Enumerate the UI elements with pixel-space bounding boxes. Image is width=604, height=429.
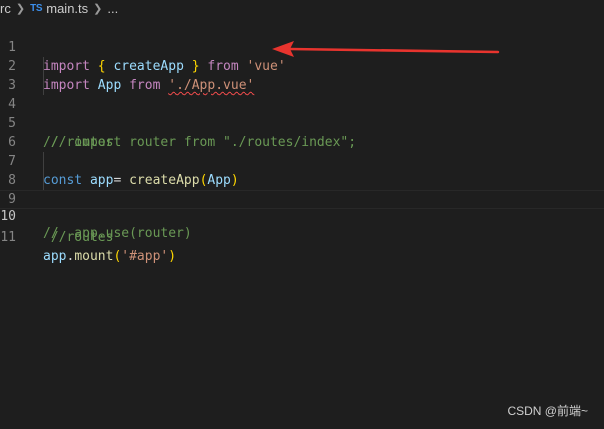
- indent-guide: [43, 57, 44, 76]
- code-line-current[interactable]: 10 // app.use(router): [0, 190, 604, 241]
- code-line[interactable]: 6: [0, 114, 604, 150]
- chevron-right-icon: ❯: [93, 2, 103, 15]
- code-line[interactable]: 7 const app= createApp(App): [0, 133, 604, 188]
- function-mount: mount: [74, 249, 114, 264]
- indent-guide: [43, 152, 44, 171]
- chevron-right-icon: ❯: [15, 2, 26, 15]
- code-line[interactable]: 5 // import router from "./routes/index"…: [0, 95, 604, 150]
- typescript-file-icon: TS: [30, 2, 43, 14]
- code-line[interactable]: 4 //routes: [0, 76, 604, 150]
- indent-guide: [43, 76, 44, 95]
- string-app-selector: '#app': [121, 249, 169, 264]
- breadcrumb-file[interactable]: main.ts: [46, 1, 88, 16]
- code-line[interactable]: 8: [0, 152, 604, 188]
- code-line[interactable]: 9 //routes: [0, 171, 604, 245]
- line-content: app.mount('#app'): [43, 247, 176, 266]
- code-line[interactable]: 1 import { createApp } from 'vue': [0, 19, 604, 74]
- line-number: 11: [0, 230, 16, 245]
- breadcrumb-symbol[interactable]: ...: [107, 1, 118, 16]
- breadcrumb: rc ❯ TS main.ts ❯ ...: [0, 0, 604, 16]
- watermark: CSDN @前端~: [507, 404, 588, 418]
- comment-app-use: // app.use(router): [43, 226, 192, 241]
- identifier-app: app: [43, 249, 67, 264]
- code-line[interactable]: 11 app.mount('#app'): [0, 209, 604, 264]
- paren-close: ): [168, 249, 177, 264]
- indent-guide: [43, 171, 44, 190]
- red-arrow-icon: [272, 41, 500, 57]
- breadcrumb-folder[interactable]: rc: [0, 1, 11, 16]
